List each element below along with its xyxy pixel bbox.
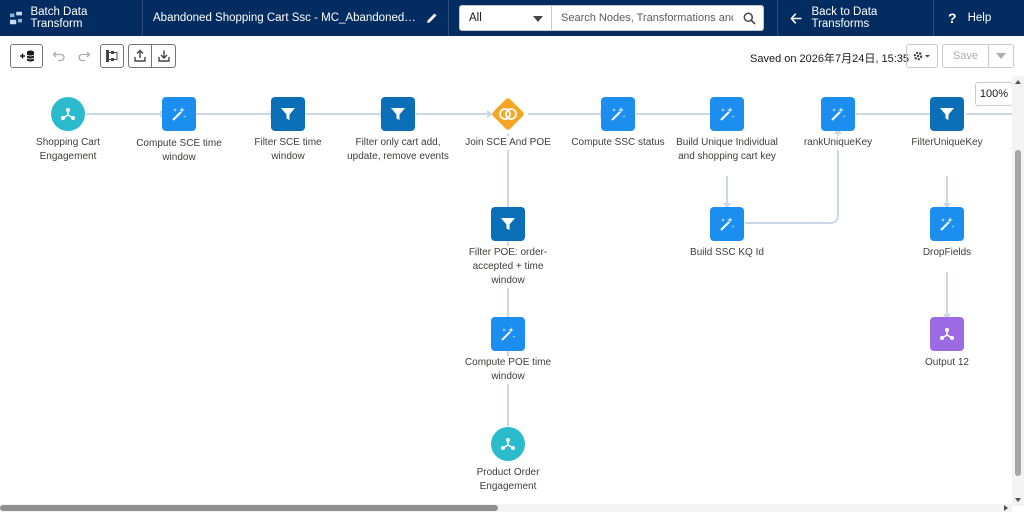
magic-wand-icon (720, 217, 735, 231)
toolbar: Saved on 2026年7月24日, 15:35 Save (0, 36, 1024, 76)
app-title: Batch Data Transform (30, 6, 88, 30)
node-filter-unique-key[interactable] (930, 97, 964, 131)
chevron-down-icon (533, 16, 543, 22)
vertical-scrollbar[interactable] (1012, 76, 1024, 506)
filter-icon (391, 108, 405, 120)
node-rank-unique-key[interactable] (821, 97, 855, 131)
search-scope-select[interactable]: All (459, 5, 552, 31)
doc-title-area[interactable]: Abandoned Shopping Cart Ssc - MC_Abandon… (143, 0, 449, 36)
gear-icon (913, 51, 930, 61)
node-label: rankUniqueKey (786, 136, 890, 150)
scroll-up-arrow-icon[interactable] (1015, 80, 1021, 84)
app-brand: Batch Data Transform (0, 0, 143, 36)
node-compute-poe-time-window[interactable] (491, 317, 525, 351)
transform-canvas[interactable]: Shopping Cart Engagement Compute SCE tim… (0, 76, 1024, 512)
filter-icon (501, 218, 515, 230)
join-icon (492, 98, 524, 130)
download-button[interactable] (151, 44, 176, 68)
back-to-data-transforms-button[interactable]: Back to Data Transforms (777, 0, 934, 36)
download-icon (157, 50, 170, 62)
scroll-right-arrow-icon[interactable] (1004, 505, 1008, 511)
search-icon[interactable] (743, 12, 756, 25)
node-label: Shopping Cart Engagement (16, 136, 120, 164)
upload-button[interactable] (128, 44, 152, 68)
node-compute-sce-time-window[interactable] (162, 97, 196, 131)
magic-wand-icon (940, 217, 955, 231)
redo-button[interactable] (74, 44, 94, 68)
question-icon: ? (948, 10, 957, 26)
node-output-12[interactable] (930, 317, 964, 351)
hierarchy-icon (106, 50, 118, 62)
node-label: Compute SCE time window (127, 137, 231, 165)
node-build-ssc-kq-id[interactable] (710, 207, 744, 241)
node-label: Product Order Engagement (456, 466, 560, 494)
node-label: Build SSC KQ Id (675, 246, 779, 260)
save-group: Save (942, 44, 1014, 68)
node-compute-ssc-status[interactable] (601, 97, 635, 131)
node-filter-sce-time-window[interactable] (271, 97, 305, 131)
auto-layout-button[interactable] (100, 44, 124, 68)
filter-icon (940, 108, 954, 120)
magic-wand-icon (172, 107, 187, 121)
back-label: Back to Data Transforms (811, 6, 878, 30)
magic-wand-icon (720, 107, 735, 121)
global-header: Batch Data Transform Abandoned Shopping … (0, 0, 1024, 36)
add-data-icon (19, 50, 34, 62)
input-node-icon (61, 108, 75, 120)
redo-icon (78, 51, 91, 62)
undo-button[interactable] (49, 44, 69, 68)
node-label: DropFields (895, 246, 999, 260)
node-label: Build Unique Individual and shopping car… (675, 136, 779, 164)
magic-wand-icon (831, 107, 846, 121)
node-label: Filter SCE time window (236, 136, 340, 164)
node-label: Join SCE And POE (456, 136, 560, 150)
input-node-icon (501, 438, 515, 450)
zoom-level-button[interactable]: 100% (975, 82, 1013, 106)
search-box (552, 5, 764, 31)
node-label: Filter only cart add, update, remove eve… (346, 136, 450, 164)
node-label: Compute POE time window (456, 356, 560, 384)
horizontal-scrollbar[interactable] (0, 504, 1012, 512)
node-drop-fields[interactable] (930, 207, 964, 241)
node-filter-poe[interactable] (491, 207, 525, 241)
doc-title: Abandoned Shopping Cart Ssc - MC_Abandon… (153, 12, 418, 24)
search-input[interactable] (561, 12, 733, 24)
pencil-icon[interactable] (426, 12, 438, 24)
search-scope-value: All (469, 12, 482, 24)
chevron-down-icon (996, 53, 1006, 59)
search-group: All (459, 5, 764, 31)
node-build-unique-key[interactable] (710, 97, 744, 131)
filter-icon (281, 108, 295, 120)
node-filter-cart-events[interactable] (381, 97, 415, 131)
node-label: Compute SSC status (566, 136, 670, 150)
vertical-scroll-thumb[interactable] (1015, 150, 1021, 476)
magic-wand-icon (501, 327, 516, 341)
node-join-sce-and-poe[interactable] (491, 97, 525, 131)
magic-wand-icon (611, 107, 626, 121)
output-node-icon (940, 328, 954, 340)
node-label: FilterUniqueKey (895, 136, 999, 150)
node-product-order-engagement[interactable] (491, 427, 525, 461)
data-transform-logo-icon (10, 11, 23, 25)
help-label: Help (967, 12, 992, 24)
saved-status: Saved on 2026年7月24日, 15:35 (750, 53, 910, 65)
settings-menu-button[interactable] (906, 44, 938, 68)
node-shopping-cart-engagement[interactable] (51, 97, 85, 131)
undo-icon (52, 51, 65, 62)
add-input-data-button[interactable] (10, 44, 43, 68)
node-label: Output 12 (895, 356, 999, 370)
help-button[interactable]: ? Help (934, 0, 1024, 36)
horizontal-scroll-thumb[interactable] (0, 505, 498, 511)
save-options-button[interactable] (989, 44, 1014, 68)
node-label: Filter POE: order-accepted + time window (456, 246, 560, 288)
upload-icon (134, 49, 146, 62)
save-button[interactable]: Save (942, 44, 989, 68)
arrow-left-icon (790, 12, 802, 24)
scroll-down-arrow-icon[interactable] (1015, 498, 1021, 502)
